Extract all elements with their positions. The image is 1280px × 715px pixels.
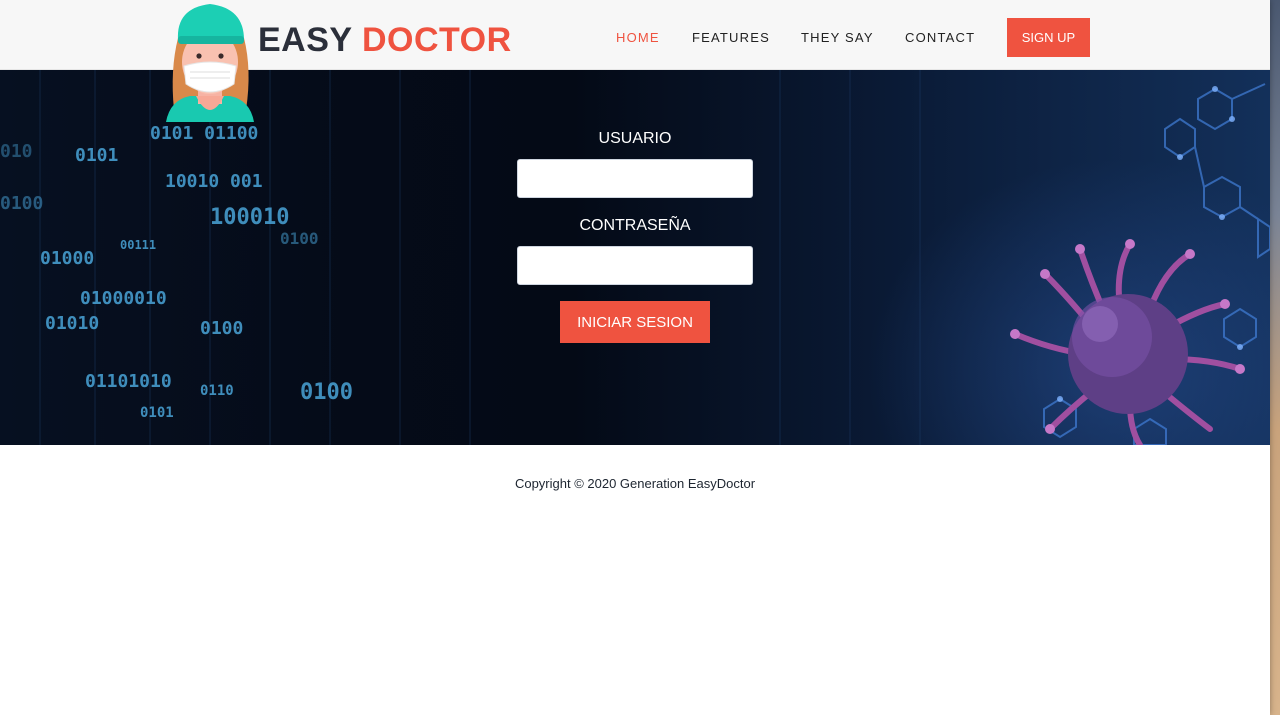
browser-page: EASY DOCTOR HOME FEATURES THEY SAY CONTA… (0, 0, 1270, 715)
svg-text:01010: 01010 (45, 313, 99, 334)
svg-text:01000: 01000 (40, 248, 94, 269)
svg-text:0101: 0101 (140, 405, 174, 421)
desktop-background-strip (1270, 0, 1280, 715)
svg-text:0100: 0100 (0, 193, 43, 214)
svg-text:0101: 0101 (75, 145, 118, 166)
svg-text:10010 001: 10010 001 (165, 171, 263, 192)
nav-item-features[interactable]: FEATURES (692, 30, 770, 46)
hero-login-section: 0101 01100 010 0101 10010 001 100010 010… (0, 69, 1270, 445)
password-input[interactable] (517, 246, 753, 285)
svg-text:0100: 0100 (300, 380, 353, 405)
svg-text:0110: 0110 (200, 383, 234, 399)
svg-text:01101010: 01101010 (85, 371, 172, 392)
svg-text:100010: 100010 (210, 205, 289, 230)
username-input[interactable] (517, 159, 753, 198)
nav-item-home[interactable]: HOME (616, 30, 660, 46)
svg-text:010: 010 (0, 141, 33, 162)
svg-text:0100: 0100 (200, 318, 243, 339)
nav-item-they-say[interactable]: THEY SAY (801, 30, 874, 46)
username-label: USUARIO (598, 130, 672, 147)
doctor-with-mask-icon[interactable] (160, 0, 260, 124)
signup-button[interactable]: SIGN UP (1007, 18, 1090, 57)
svg-text:0100: 0100 (280, 229, 319, 248)
nav-item-contact[interactable]: CONTACT (905, 30, 975, 46)
login-button[interactable]: INICIAR SESION (560, 301, 710, 343)
svg-text:01000010: 01000010 (80, 288, 167, 309)
password-label: CONTRASEÑA (579, 217, 691, 234)
virus-illustration (1010, 239, 1245, 445)
footer-copyright: Copyright © 2020 Generation EasyDoctor (514, 476, 756, 491)
binary-code-decoration: 0101 01100 010 0101 10010 001 100010 010… (0, 123, 353, 421)
svg-text:0101 01100: 0101 01100 (150, 123, 258, 144)
svg-text:00111: 00111 (120, 238, 156, 252)
